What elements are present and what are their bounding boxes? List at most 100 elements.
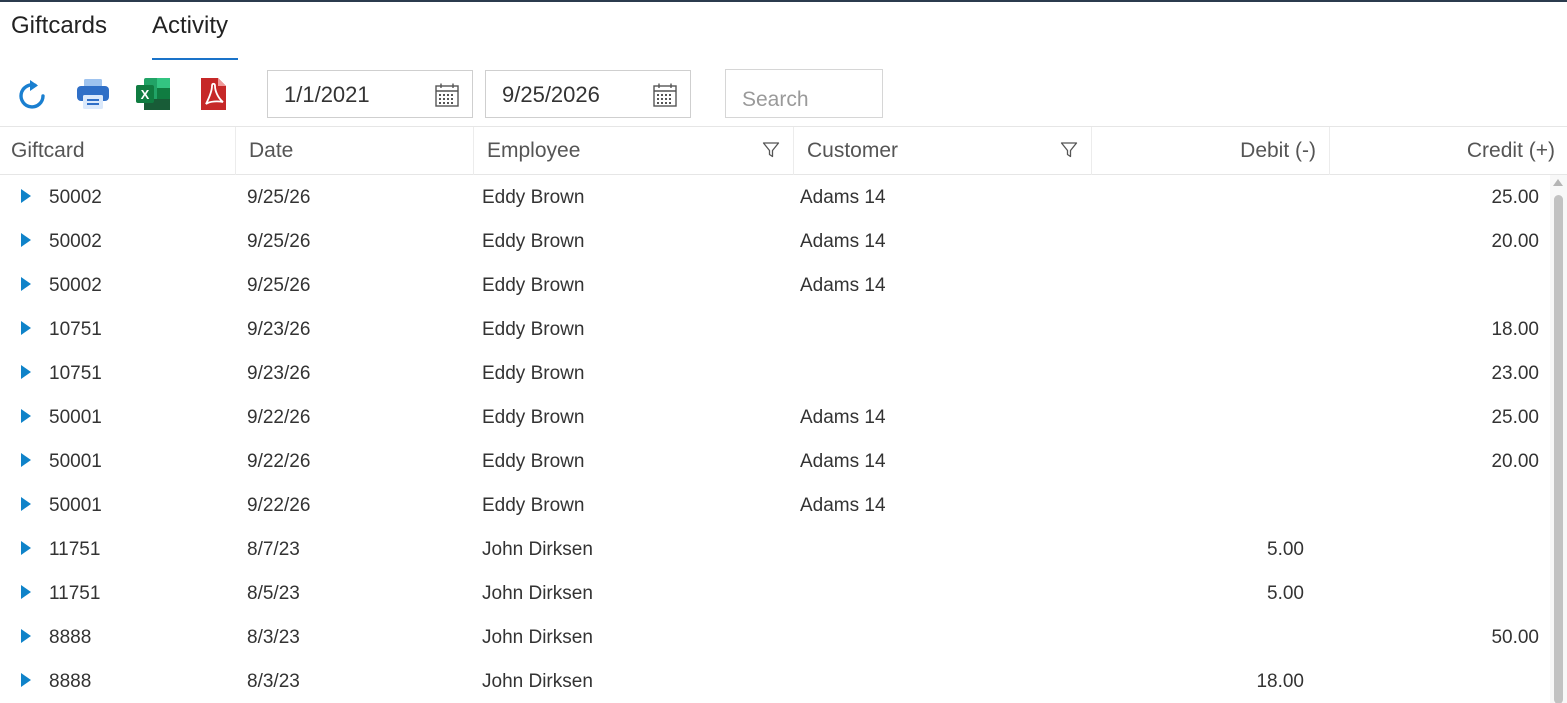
expand-row-icon[interactable] — [20, 584, 32, 600]
date-cell: 8/7/23 — [247, 539, 300, 560]
employee-cell: John Dirksen — [482, 583, 593, 604]
table-row[interactable]: 50001 9/22/26 Eddy Brown Adams 14 25.00 — [0, 395, 1550, 439]
column-header-debit[interactable]: Debit (-) — [1092, 127, 1330, 175]
expand-row-icon[interactable] — [20, 628, 32, 644]
grid-header: Giftcard Date Employee Customer Debit (-… — [0, 127, 1567, 175]
scroll-up-arrow-icon[interactable] — [1553, 179, 1563, 186]
date-cell: 9/25/26 — [247, 275, 311, 296]
end-date-picker[interactable]: 9/25/2026 — [485, 70, 691, 118]
calendar-icon[interactable] — [652, 82, 678, 108]
giftcard-cell: 8888 — [49, 671, 92, 692]
tab-activity[interactable]: Activity — [152, 12, 228, 40]
customer-cell: Adams 14 — [800, 231, 886, 252]
employee-cell: Eddy Brown — [482, 231, 585, 252]
table-row[interactable]: 50002 9/25/26 Eddy Brown Adams 14 25.00 — [0, 175, 1550, 219]
employee-filter-icon[interactable] — [762, 141, 780, 159]
vertical-scrollbar[interactable] — [1550, 175, 1567, 703]
customer-cell: Adams 14 — [800, 407, 886, 428]
excel-icon: X — [136, 78, 170, 110]
table-row[interactable]: 50001 9/22/26 Eddy Brown Adams 14 20.00 — [0, 439, 1550, 483]
giftcard-cell: 50002 — [49, 187, 102, 208]
start-date-value[interactable]: 1/1/2021 — [284, 82, 370, 108]
table-row[interactable]: 50002 9/25/26 Eddy Brown Adams 14 — [0, 263, 1550, 307]
start-date-picker[interactable]: 1/1/2021 — [267, 70, 473, 118]
export-pdf-button[interactable] — [193, 74, 233, 114]
customer-cell: Adams 14 — [800, 187, 886, 208]
pdf-icon — [201, 78, 226, 110]
table-row[interactable]: 10751 9/23/26 Eddy Brown 23.00 — [0, 351, 1550, 395]
expand-row-icon[interactable] — [20, 364, 32, 380]
employee-cell: Eddy Brown — [482, 363, 585, 384]
toolbar: X 1/1/2021 9/25/2026 — [0, 60, 1567, 126]
date-cell: 8/3/23 — [247, 671, 300, 692]
date-cell: 9/22/26 — [247, 495, 311, 516]
employee-cell: Eddy Brown — [482, 451, 585, 472]
expand-row-icon[interactable] — [20, 276, 32, 292]
expand-row-icon[interactable] — [20, 320, 32, 336]
debit-cell: 18.00 — [1256, 671, 1304, 692]
column-header-employee[interactable]: Employee — [474, 127, 794, 175]
tab-giftcards[interactable]: Giftcards — [11, 12, 107, 40]
giftcard-cell: 8888 — [49, 627, 92, 648]
customer-cell: Adams 14 — [800, 275, 886, 296]
column-header-credit[interactable]: Credit (+) — [1330, 127, 1567, 175]
table-row[interactable]: 11751 8/5/23 John Dirksen 5.00 — [0, 571, 1550, 615]
expand-row-icon[interactable] — [20, 672, 32, 688]
expand-row-icon[interactable] — [20, 408, 32, 424]
employee-cell: John Dirksen — [482, 539, 593, 560]
customer-cell: Adams 14 — [800, 495, 886, 516]
credit-cell: 20.00 — [1491, 231, 1539, 252]
giftcard-cell: 50001 — [49, 407, 102, 428]
table-row[interactable]: 8888 8/3/23 John Dirksen 18.00 — [0, 659, 1550, 703]
table-row[interactable]: 8888 8/3/23 John Dirksen 50.00 — [0, 615, 1550, 659]
search-input[interactable] — [725, 69, 883, 118]
expand-row-icon[interactable] — [20, 232, 32, 248]
giftcard-cell: 11751 — [49, 539, 101, 560]
scrollbar-thumb[interactable] — [1554, 195, 1563, 703]
giftcard-cell: 50002 — [49, 275, 102, 296]
customer-filter-icon[interactable] — [1060, 141, 1078, 159]
svg-text:X: X — [141, 87, 150, 102]
column-header-giftcard[interactable]: Giftcard — [0, 127, 236, 175]
debit-cell: 5.00 — [1267, 539, 1304, 560]
giftcard-cell: 10751 — [49, 363, 102, 384]
credit-cell: 50.00 — [1491, 627, 1539, 648]
expand-row-icon[interactable] — [20, 496, 32, 512]
printer-icon — [77, 79, 109, 109]
expand-row-icon[interactable] — [20, 540, 32, 556]
column-header-customer[interactable]: Customer — [794, 127, 1092, 175]
calendar-icon[interactable] — [434, 82, 460, 108]
table-row[interactable]: 11751 8/7/23 John Dirksen 5.00 — [0, 527, 1550, 571]
debit-cell: 5.00 — [1267, 583, 1304, 604]
date-cell: 8/5/23 — [247, 583, 300, 604]
print-button[interactable] — [73, 74, 113, 114]
date-cell: 9/22/26 — [247, 451, 311, 472]
activity-grid: Giftcard Date Employee Customer Debit (-… — [0, 126, 1567, 703]
end-date-value[interactable]: 9/25/2026 — [502, 82, 600, 108]
column-header-date[interactable]: Date — [236, 127, 474, 175]
refresh-button[interactable] — [13, 74, 53, 114]
date-cell: 9/22/26 — [247, 407, 311, 428]
giftcard-cell: 50001 — [49, 495, 102, 516]
employee-cell: John Dirksen — [482, 627, 593, 648]
table-row[interactable]: 10751 9/23/26 Eddy Brown 18.00 — [0, 307, 1550, 351]
giftcard-cell: 50001 — [49, 451, 102, 472]
credit-cell: 25.00 — [1491, 407, 1539, 428]
expand-row-icon[interactable] — [20, 452, 32, 468]
export-excel-button[interactable]: X — [133, 74, 173, 114]
employee-cell: Eddy Brown — [482, 275, 585, 296]
credit-cell: 25.00 — [1491, 187, 1539, 208]
date-cell: 8/3/23 — [247, 627, 300, 648]
table-row[interactable]: 50001 9/22/26 Eddy Brown Adams 14 — [0, 483, 1550, 527]
employee-cell: John Dirksen — [482, 671, 593, 692]
expand-row-icon[interactable] — [20, 188, 32, 204]
credit-cell: 23.00 — [1491, 363, 1539, 384]
date-cell: 9/25/26 — [247, 231, 311, 252]
giftcard-cell: 11751 — [49, 583, 101, 604]
date-cell: 9/23/26 — [247, 319, 311, 340]
refresh-icon — [19, 80, 45, 109]
giftcard-cell: 10751 — [49, 319, 102, 340]
date-cell: 9/23/26 — [247, 363, 311, 384]
table-row[interactable]: 50002 9/25/26 Eddy Brown Adams 14 20.00 — [0, 219, 1550, 263]
employee-cell: Eddy Brown — [482, 187, 585, 208]
